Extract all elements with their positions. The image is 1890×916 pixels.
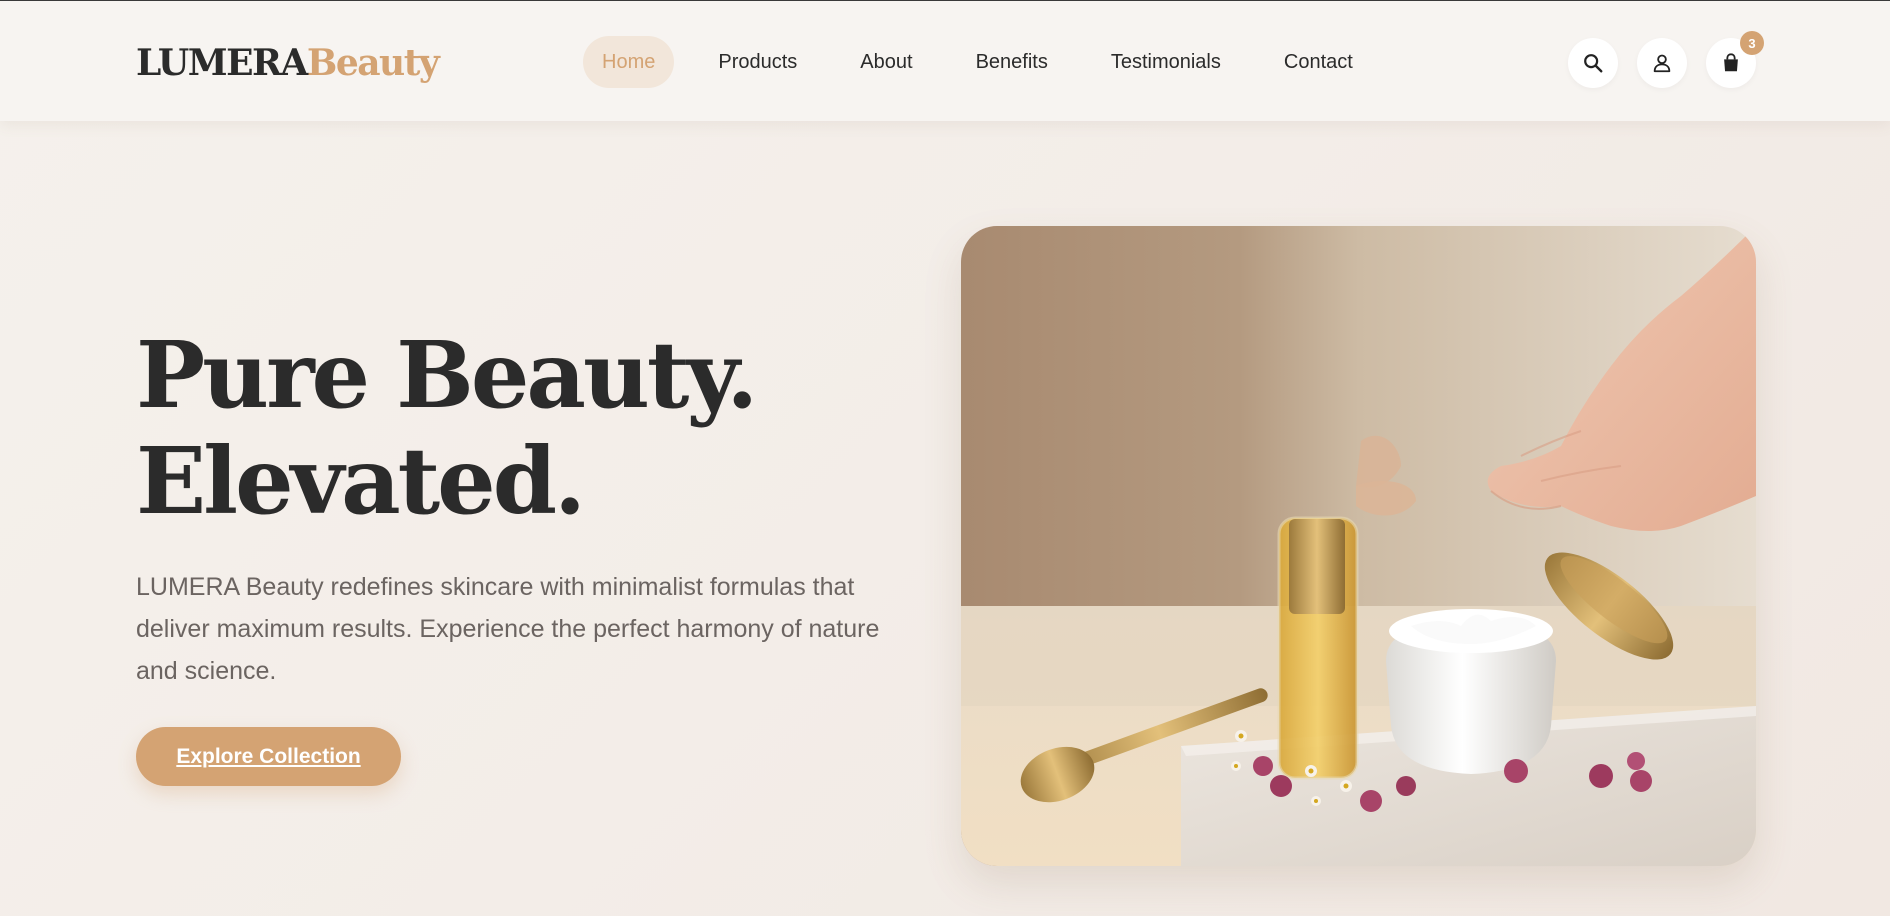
- hero-title-line-2: Elevated.: [136, 427, 586, 535]
- hero-description: LUMERA Beauty redefines skincare with mi…: [136, 573, 880, 685]
- hero-title-line-1: Pure Beauty.: [136, 321, 758, 429]
- user-icon: [1653, 54, 1671, 73]
- nav-products[interactable]: Products: [699, 36, 816, 88]
- site-header: LUMERABeauty Home Products About Benefit…: [0, 1, 1890, 121]
- cart-count-badge: 3: [1740, 31, 1764, 55]
- shopping-bag-icon: [1724, 53, 1738, 72]
- nav-testimonials[interactable]: Testimonials: [1092, 36, 1240, 88]
- main-nav: Home Products About Benefits Testimonial…: [583, 36, 1397, 88]
- nav-benefits[interactable]: Benefits: [957, 36, 1067, 88]
- cart-button[interactable]: 3: [1706, 31, 1764, 88]
- nav-home[interactable]: Home: [583, 36, 675, 88]
- hero-product-image: [961, 226, 1756, 866]
- search-icon: [1584, 54, 1603, 73]
- hero-title: Pure Beauty. Elevated.: [136, 322, 836, 534]
- search-button[interactable]: [1568, 38, 1618, 88]
- logo-secondary: Beauty: [306, 42, 440, 84]
- logo-primary: LUMERA: [136, 42, 308, 84]
- nav-contact[interactable]: Contact: [1265, 36, 1372, 88]
- account-button[interactable]: [1637, 38, 1687, 88]
- explore-collection-button[interactable]: Explore Collection: [136, 727, 401, 786]
- brand-logo[interactable]: LUMERABeauty: [136, 39, 440, 87]
- nav-about[interactable]: About: [841, 36, 931, 88]
